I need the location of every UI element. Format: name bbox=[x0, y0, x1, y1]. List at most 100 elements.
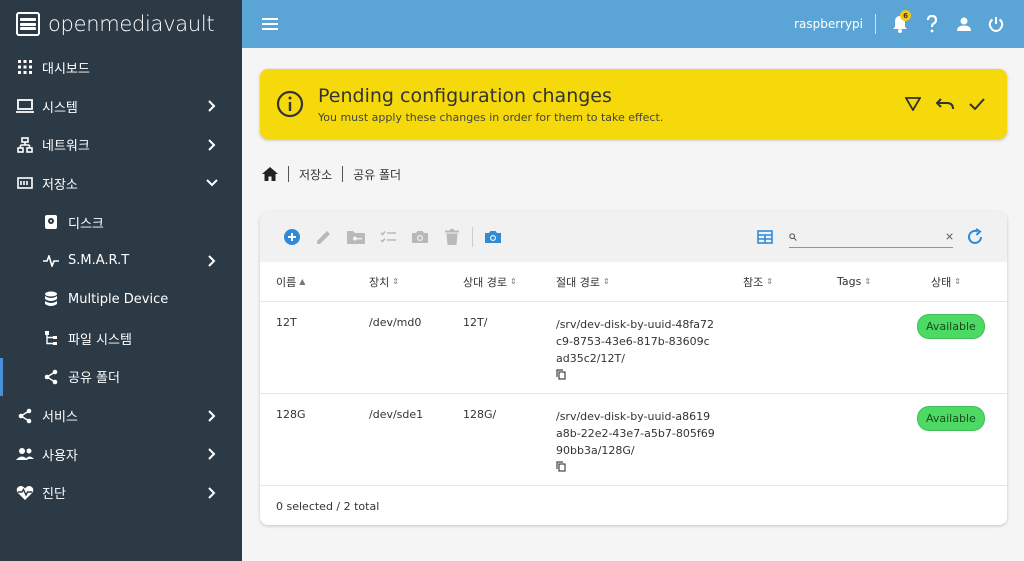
user-icon bbox=[957, 17, 971, 31]
add-button[interactable] bbox=[276, 221, 308, 253]
shared-folders-card: 이름 ▲ 장치 ⇕ 상대 경로 ⇕ 절대 경로 ⇕ 참조 ⇕ Tags ⇕ 상태 ⇕ 12T … bbox=[260, 212, 1007, 525]
breadcrumb-storage[interactable]: 저장소 bbox=[299, 166, 332, 183]
search-icon bbox=[789, 232, 797, 241]
sidebar-item-multiple-device[interactable]: Multiple Device bbox=[0, 280, 242, 319]
cell-device: /dev/sde1 bbox=[369, 408, 424, 421]
trash-icon bbox=[445, 229, 459, 245]
cell-status: Available bbox=[915, 314, 1007, 339]
status-badge: Available bbox=[917, 406, 985, 431]
banner-subtitle: You must apply these changes in order fo… bbox=[318, 110, 664, 124]
snapshot-button[interactable] bbox=[404, 221, 436, 253]
table-row[interactable]: 128G /dev/sde1 128G/ /srv/dev-disk-by-uu… bbox=[260, 394, 1007, 486]
sort-icon: ⇕ bbox=[392, 277, 399, 286]
show-changes-button[interactable] bbox=[897, 88, 929, 120]
sidebar-item-label: 공유 폴더 bbox=[68, 371, 120, 387]
users-icon bbox=[16, 445, 34, 463]
sidebar-item-label: 서비스 bbox=[42, 410, 78, 426]
sidebar-item-filesystems[interactable]: 파일 시스템 bbox=[0, 319, 242, 358]
column-header-abspath[interactable]: 절대 경로 ⇕ bbox=[540, 274, 727, 290]
menu-icon[interactable] bbox=[260, 14, 280, 34]
column-header-name[interactable]: 이름 ▲ bbox=[260, 274, 353, 290]
network-icon bbox=[16, 136, 34, 154]
sidebar-item-label: 네트워크 bbox=[42, 139, 90, 155]
sidebar-item-label: 사용자 bbox=[42, 448, 78, 464]
sidebar-item-storage[interactable]: 저장소 bbox=[0, 164, 242, 203]
column-toggle-button[interactable] bbox=[749, 221, 781, 253]
edit-button[interactable] bbox=[308, 221, 340, 253]
sidebar-item-label: Multiple Device bbox=[68, 291, 169, 307]
sidebar-item-label: 파일 시스템 bbox=[68, 332, 132, 348]
cell-relpath: 12T/ bbox=[463, 316, 488, 329]
sidebar-item-dashboard[interactable]: 대시보드 bbox=[0, 48, 242, 87]
heartbeat-icon bbox=[16, 484, 34, 502]
table-toolbar bbox=[260, 212, 1007, 262]
sidebar-item-label: 디스크 bbox=[68, 216, 104, 232]
copy-icon[interactable] bbox=[556, 461, 727, 475]
reload-button[interactable] bbox=[959, 221, 991, 253]
sidebar: openmediavault 대시보드 시스템 네트워크 저장소 디스크 S.M… bbox=[0, 0, 242, 561]
undo-changes-button[interactable] bbox=[929, 88, 961, 120]
power-button[interactable] bbox=[980, 8, 1012, 40]
home-icon[interactable] bbox=[262, 167, 278, 181]
check-icon bbox=[969, 98, 985, 110]
laptop-icon bbox=[16, 97, 34, 115]
disk-icon bbox=[42, 213, 60, 231]
sidebar-item-shared-folders[interactable]: 공유 폴더 bbox=[0, 357, 242, 397]
sidebar-item-smart[interactable]: S.M.A.R.T bbox=[0, 241, 242, 280]
cell-status: Available bbox=[915, 406, 1007, 431]
search-input[interactable] bbox=[800, 230, 946, 243]
sort-icon: ⇕ bbox=[954, 277, 961, 286]
sidebar-item-label: 저장소 bbox=[42, 177, 78, 193]
user-button[interactable] bbox=[948, 8, 980, 40]
chevron-right-icon bbox=[202, 487, 222, 499]
help-button[interactable] bbox=[916, 8, 948, 40]
sidebar-item-label: 시스템 bbox=[42, 100, 78, 116]
chevron-right-icon bbox=[202, 255, 222, 267]
table-row[interactable]: 12T /dev/md0 12T/ /srv/dev-disk-by-uuid-… bbox=[260, 302, 1007, 394]
column-header-tags[interactable]: Tags ⇕ bbox=[821, 275, 915, 288]
add-circle-icon bbox=[284, 229, 300, 245]
storage-icon bbox=[16, 174, 34, 192]
sidebar-item-label: S.M.A.R.T bbox=[68, 253, 130, 269]
sidebar-item-users[interactable]: 사용자 bbox=[0, 435, 242, 474]
sort-asc-icon: ▲ bbox=[299, 277, 306, 286]
column-header-references[interactable]: 참조 ⇕ bbox=[727, 274, 821, 290]
pencil-icon bbox=[317, 231, 330, 244]
snapshots-button[interactable] bbox=[477, 221, 509, 253]
permissions-button[interactable] bbox=[340, 221, 372, 253]
brand[interactable]: openmediavault bbox=[0, 0, 242, 48]
sidebar-item-disks[interactable]: 디스크 bbox=[0, 203, 242, 242]
sort-icon: ⇕ bbox=[509, 277, 517, 286]
column-header-device[interactable]: 장치 ⇕ bbox=[353, 274, 447, 290]
clear-icon[interactable] bbox=[946, 232, 953, 241]
brand-name: openmediavault bbox=[48, 12, 215, 36]
sidebar-item-services[interactable]: 서비스 bbox=[0, 396, 242, 435]
acl-button[interactable] bbox=[372, 221, 404, 253]
openmediavault-logo-icon bbox=[16, 12, 40, 36]
delete-button[interactable] bbox=[436, 221, 468, 253]
sort-icon: ⇕ bbox=[864, 277, 872, 286]
copy-icon[interactable] bbox=[556, 369, 727, 383]
sidebar-item-network[interactable]: 네트워크 bbox=[0, 125, 242, 164]
column-header-relpath[interactable]: 상대 경로 ⇕ bbox=[447, 274, 540, 290]
sidebar-item-system[interactable]: 시스템 bbox=[0, 87, 242, 126]
chevron-right-icon bbox=[202, 139, 222, 151]
camera-icon bbox=[412, 231, 428, 243]
column-header-status[interactable]: 상태 ⇕ bbox=[915, 274, 1007, 290]
hostname: raspberrypi bbox=[794, 17, 863, 31]
sort-icon: ⇕ bbox=[602, 277, 610, 286]
breadcrumb-shared-folders: 공유 폴더 bbox=[353, 167, 402, 182]
status-badge: Available bbox=[917, 314, 985, 339]
cell-name: 128G bbox=[276, 408, 306, 421]
chevron-down-icon bbox=[202, 179, 222, 187]
sidebar-item-diagnostics[interactable]: 진단 bbox=[0, 474, 242, 513]
power-icon bbox=[988, 17, 1004, 32]
notifications-button[interactable]: 6 bbox=[884, 8, 916, 40]
apply-changes-button[interactable] bbox=[961, 88, 993, 120]
abspath-text: /srv/dev-disk-by-uuid-48fa72c9-8753-43e6… bbox=[556, 318, 715, 365]
notification-badge: 6 bbox=[900, 10, 911, 21]
chevron-right-icon bbox=[202, 448, 222, 460]
table-footer: 0 selected / 2 total bbox=[276, 500, 380, 513]
abspath-text: /srv/dev-disk-by-uuid-a8619a8b-22e2-43e7… bbox=[556, 410, 715, 457]
tree-icon bbox=[42, 329, 60, 347]
